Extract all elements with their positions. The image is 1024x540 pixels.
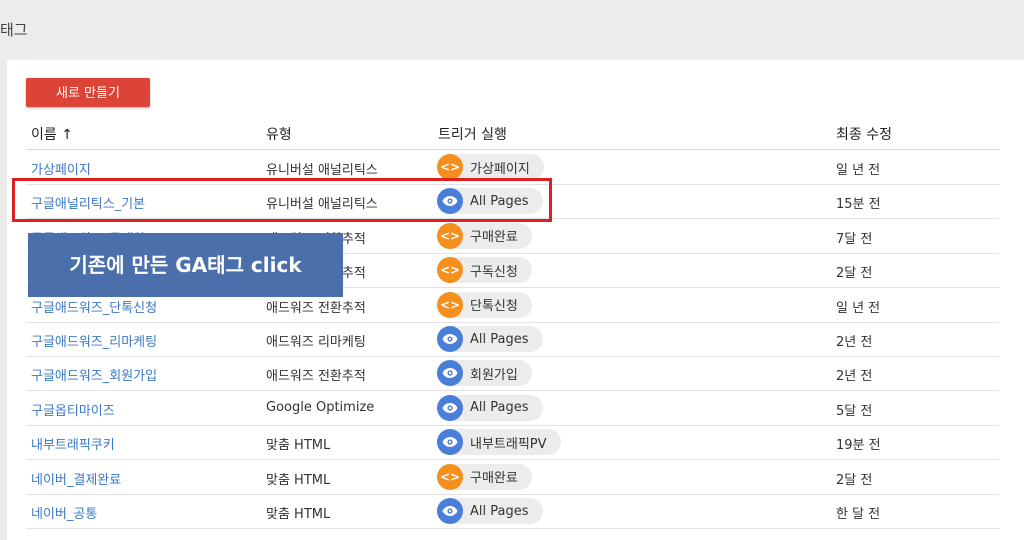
- trigger-label: 구독신청: [470, 264, 518, 280]
- trigger-label: All Pages: [470, 331, 529, 347]
- code-icon: <>: [437, 463, 463, 490]
- eye-icon: [437, 498, 463, 524]
- callout-label: 기존에 만든 GA태그 click: [28, 233, 343, 297]
- last-modified: 7달 전: [836, 231, 873, 247]
- top-bar: 태그: [0, 0, 1024, 60]
- tag-type: 애드워즈 전환추적: [266, 369, 366, 385]
- table-row[interactable]: 구글애드워즈_리마케팅 애드워즈 리마케팅 All Pages 2년 전: [26, 322, 999, 357]
- tag-type: 맞춤 HTML: [266, 507, 331, 522]
- last-modified: 2달 전: [836, 266, 873, 282]
- tag-name-link[interactable]: 구글애드워즈_회원가입: [31, 365, 157, 384]
- last-modified: 한 달 전: [836, 507, 881, 522]
- tag-type: 애드워즈 전환추적: [266, 300, 366, 316]
- tag-name-link[interactable]: 구글옵티마이즈: [31, 400, 115, 419]
- table-row[interactable]: 네이버_결제완료 맞춤 HTML <> 구매완료 2달 전: [26, 460, 999, 495]
- last-modified: 2달 전: [836, 472, 873, 488]
- last-modified: 2년 전: [836, 335, 873, 350]
- tag-name-link[interactable]: 네이버_결제완료: [31, 469, 121, 488]
- trigger-chip[interactable]: <> 구매완료: [437, 463, 532, 490]
- trigger-chip[interactable]: All Pages: [437, 394, 543, 421]
- trigger-label: All Pages: [470, 503, 529, 519]
- table-row[interactable]: 구글애드워즈_회원가입 애드워즈 전환추적 회원가입 2년 전: [26, 356, 999, 392]
- tag-type: Google Optimize: [266, 399, 375, 415]
- trigger-chip[interactable]: All Pages: [437, 498, 543, 524]
- trigger-label: 구매완료: [470, 230, 518, 246]
- highlight-box: [12, 178, 552, 222]
- trigger-label: 단톡신청: [470, 299, 518, 315]
- trigger-label: 회원가입: [470, 367, 518, 383]
- eye-icon: [437, 394, 463, 421]
- trigger-label: 구매완료: [470, 471, 518, 487]
- table-row[interactable]: 내부트래픽쿠키 맞춤 HTML 내부트래픽PV 19분 전: [26, 425, 999, 461]
- table-row[interactable]: 구글옵티마이즈 Google Optimize All Pages 5달 전: [26, 391, 999, 426]
- trigger-chip[interactable]: All Pages: [437, 326, 543, 352]
- trigger-chip[interactable]: <> 구매완료: [437, 222, 532, 249]
- tag-type: 맞춤 HTML: [266, 472, 331, 488]
- trigger-chip[interactable]: <> 단톡신청: [437, 291, 532, 318]
- column-header-type[interactable]: 유형: [266, 124, 292, 144]
- last-modified: 일 년 전: [836, 300, 881, 316]
- last-modified: 일 년 전: [836, 163, 881, 178]
- tag-name-link[interactable]: 구글애드워즈_단톡신청: [31, 297, 157, 316]
- eye-icon: [437, 326, 463, 352]
- column-header-modified[interactable]: 최종 수정: [836, 124, 892, 144]
- last-modified: 15분 전: [836, 197, 881, 213]
- trigger-chip[interactable]: 회원가입: [437, 360, 532, 387]
- code-icon: <>: [437, 154, 463, 180]
- code-icon: <>: [437, 291, 463, 318]
- tag-name-link[interactable]: 가상페이지: [31, 159, 91, 178]
- column-header-trigger[interactable]: 트리거 실행: [438, 124, 507, 144]
- table-row[interactable]: 네이버_공통 맞춤 HTML All Pages 한 달 전: [26, 494, 999, 529]
- last-modified: 5달 전: [836, 403, 873, 419]
- code-icon: <>: [437, 257, 463, 284]
- tag-type: 맞춤 HTML: [266, 438, 331, 454]
- last-modified: 19분 전: [836, 438, 881, 454]
- tag-type: 유니버설 애널리틱스: [266, 163, 378, 178]
- code-icon: <>: [437, 222, 463, 249]
- new-tag-button[interactable]: 새로 만들기: [26, 78, 150, 107]
- tag-name-link[interactable]: 구글애드워즈_리마케팅: [31, 331, 157, 350]
- page-title: 태그: [0, 21, 28, 39]
- tag-name-link[interactable]: 네이버_공통: [31, 503, 97, 522]
- tag-name-link[interactable]: 내부트래픽쿠키: [31, 434, 115, 453]
- trigger-label: 가상페이지: [470, 161, 530, 177]
- last-modified: 2년 전: [836, 369, 873, 385]
- trigger-chip[interactable]: 내부트래픽PV: [437, 429, 561, 456]
- tag-type: 애드워즈 리마케팅: [266, 335, 366, 350]
- trigger-chip[interactable]: <> 구독신청: [437, 257, 532, 284]
- trigger-chip[interactable]: <> 가상페이지: [437, 154, 544, 180]
- trigger-label: All Pages: [470, 400, 529, 416]
- column-header-name[interactable]: 이름 ↑: [31, 124, 73, 144]
- trigger-label: 내부트래픽PV: [470, 436, 547, 452]
- eye-icon: [437, 429, 463, 456]
- eye-icon: [437, 360, 463, 387]
